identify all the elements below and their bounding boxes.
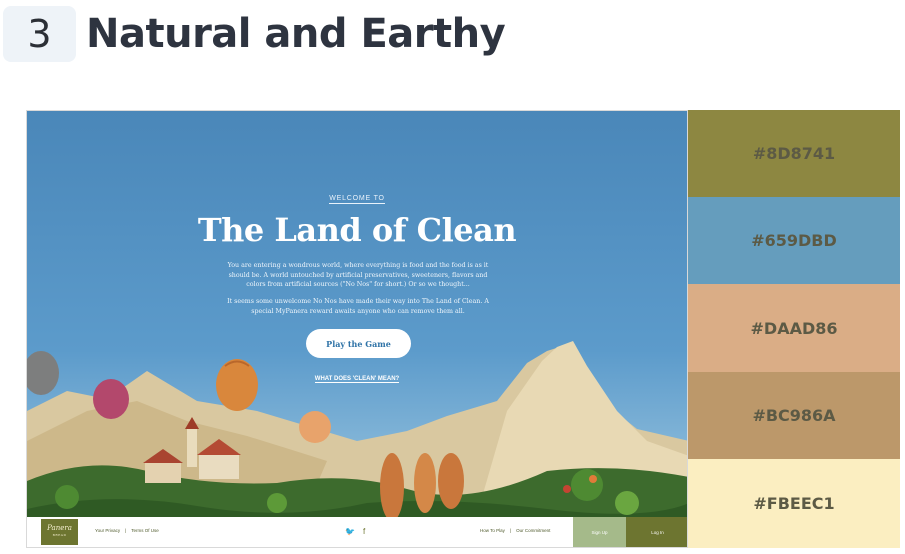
color-swatch: #8D8741 [688,110,900,197]
footer-separator: | [509,528,512,533]
section-number-badge: 3 [3,6,76,62]
facebook-icon[interactable]: f [363,527,365,536]
welcome-label: WELCOME TO [329,195,385,204]
color-swatch: #DAAD86 [688,284,900,372]
site-footer: Panera BREAD Your Privacy | Terms Of Use… [27,517,687,547]
social-links: 🐦 f [345,527,365,536]
panera-logo[interactable]: Panera BREAD [41,519,78,545]
commitment-link[interactable]: Our Commitment [516,528,550,533]
what-does-clean-mean-link[interactable]: WHAT DOES 'CLEAN' MEAN? [27,376,687,383]
hero-description-reward: It seems some unwelcome No Nos have made… [227,298,489,315]
twitter-icon[interactable]: 🐦 [345,527,355,536]
play-game-button[interactable]: Play the Game [306,329,411,358]
footer-separator: | [125,528,127,533]
sign-up-button[interactable]: Sign Up [573,517,626,547]
hero-description: You are entering a wondrous world, where… [227,262,489,289]
privacy-link[interactable]: Your Privacy [95,528,120,533]
section-title: Natural and Earthy [86,11,506,57]
footer-legal-links: Your Privacy | Terms Of Use [95,528,159,533]
how-to-play-link[interactable]: How To Play [480,528,505,533]
footer-game-links: How To Play | Our Commitment [480,528,550,533]
color-swatch: #659DBD [688,197,900,284]
color-swatch: #FBEEC1 [688,459,900,548]
hero-title: The Land of Clean [197,211,517,249]
website-screenshot: WELCOME TO The Land of Clean You are ent… [26,110,688,548]
log-in-button[interactable]: Log In [626,517,687,547]
logo-subtext: BREAD [52,533,67,537]
color-swatch: #BC986A [688,372,900,459]
logo-text: Panera [47,524,72,532]
terms-link[interactable]: Terms Of Use [131,528,159,533]
